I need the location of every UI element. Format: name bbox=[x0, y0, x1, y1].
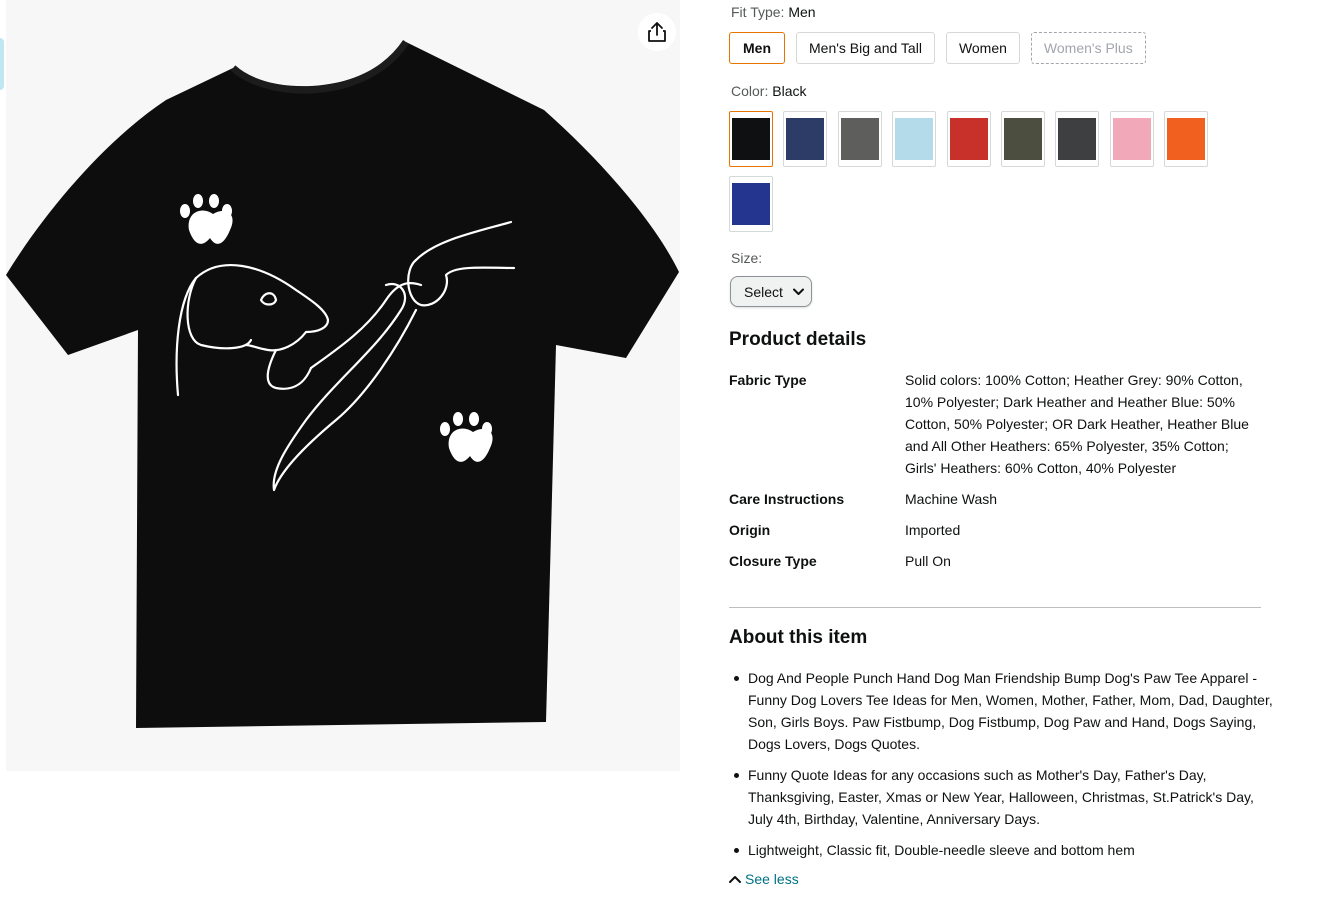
detail-value: Solid colors: 100% Cotton; Heather Grey:… bbox=[905, 372, 1249, 476]
color-label: Color: bbox=[731, 83, 769, 99]
size-label: Size: bbox=[731, 250, 763, 266]
detail-key: Care Instructions bbox=[729, 491, 845, 507]
fit-type-label: Fit Type: bbox=[731, 4, 785, 20]
product-image-panel bbox=[6, 0, 680, 771]
detail-row: Fabric Type Solid colors: 100% Cotton; H… bbox=[729, 369, 1261, 479]
color-swatch-fill bbox=[949, 118, 988, 160]
size-select-button[interactable]: Select bbox=[730, 276, 812, 307]
color-swatch-fill bbox=[732, 118, 770, 160]
detail-value: Pull On bbox=[905, 553, 951, 569]
fit-type-value: Men bbox=[788, 4, 816, 20]
color-swatch-dark-heather[interactable] bbox=[837, 111, 882, 167]
about-heading: About this item bbox=[729, 627, 868, 648]
color-swatch-fill bbox=[1004, 118, 1042, 160]
detail-row: Closure Type Pull On bbox=[729, 550, 1261, 572]
color-swatch-baby-blue[interactable] bbox=[892, 111, 937, 167]
fit-option-mens-big-and-tall[interactable]: Men's Big and Tall bbox=[796, 32, 935, 64]
color-swatch-navy[interactable] bbox=[783, 111, 828, 167]
fit-type-line: Fit Type: Men bbox=[731, 4, 816, 20]
see-less-link[interactable]: See less bbox=[729, 871, 799, 887]
color-swatch-royal-blue[interactable] bbox=[729, 176, 773, 232]
color-swatch-asphalt[interactable] bbox=[1055, 111, 1100, 167]
color-swatch-pink[interactable] bbox=[1109, 111, 1154, 167]
fit-option-women[interactable]: Women bbox=[945, 32, 1020, 64]
share-icon bbox=[648, 22, 666, 42]
color-swatch-fill bbox=[1058, 118, 1097, 160]
about-bullet: Dog And People Punch Hand Dog Man Friend… bbox=[734, 667, 1280, 755]
about-bullet: Funny Quote Ideas for any occasions such… bbox=[734, 764, 1280, 830]
fit-type-options: Men Men's Big and Tall Women Women's Plu… bbox=[729, 32, 1146, 64]
color-swatch-fill bbox=[786, 118, 825, 160]
color-swatch-orange[interactable] bbox=[1164, 111, 1209, 167]
section-divider bbox=[729, 607, 1261, 608]
size-select-label: Select bbox=[744, 283, 783, 300]
detail-key: Closure Type bbox=[729, 553, 817, 569]
color-line: Color: Black bbox=[731, 83, 806, 99]
detail-row: Care Instructions Machine Wash bbox=[729, 488, 1261, 510]
detail-value: Machine Wash bbox=[905, 491, 998, 507]
chevron-up-icon bbox=[729, 876, 741, 883]
chevron-down-icon bbox=[792, 288, 804, 295]
detail-value: Imported bbox=[905, 522, 961, 538]
about-bullet-list: Dog And People Punch Hand Dog Man Friend… bbox=[729, 667, 1280, 870]
about-bullet: Lightweight, Classic fit, Double-needle … bbox=[734, 839, 1280, 861]
color-value: Black bbox=[772, 83, 807, 99]
product-details-heading: Product details bbox=[729, 329, 867, 350]
detail-row: Origin Imported bbox=[729, 519, 1261, 541]
color-swatch-fill bbox=[1167, 118, 1206, 160]
color-swatch-fill bbox=[1112, 118, 1151, 160]
detail-key: Origin bbox=[729, 522, 771, 538]
fit-option-men[interactable]: Men bbox=[729, 32, 785, 64]
color-swatch-black[interactable] bbox=[729, 111, 773, 167]
color-swatch-fill bbox=[732, 183, 770, 225]
detail-key: Fabric Type bbox=[729, 372, 807, 388]
color-swatch-fill bbox=[895, 118, 934, 160]
image-carousel-edge-tab[interactable] bbox=[0, 38, 4, 90]
fit-option-womens-plus[interactable]: Women's Plus bbox=[1030, 32, 1146, 64]
color-swatch-red[interactable] bbox=[946, 111, 991, 167]
color-swatch-olive[interactable] bbox=[1001, 111, 1045, 167]
product-details-table: Fabric Type Solid colors: 100% Cotton; H… bbox=[729, 369, 1261, 581]
share-button[interactable] bbox=[638, 13, 676, 51]
product-image-tshirt[interactable] bbox=[6, 0, 680, 771]
color-swatch-fill bbox=[840, 118, 879, 160]
see-less-label: See less bbox=[745, 871, 799, 887]
